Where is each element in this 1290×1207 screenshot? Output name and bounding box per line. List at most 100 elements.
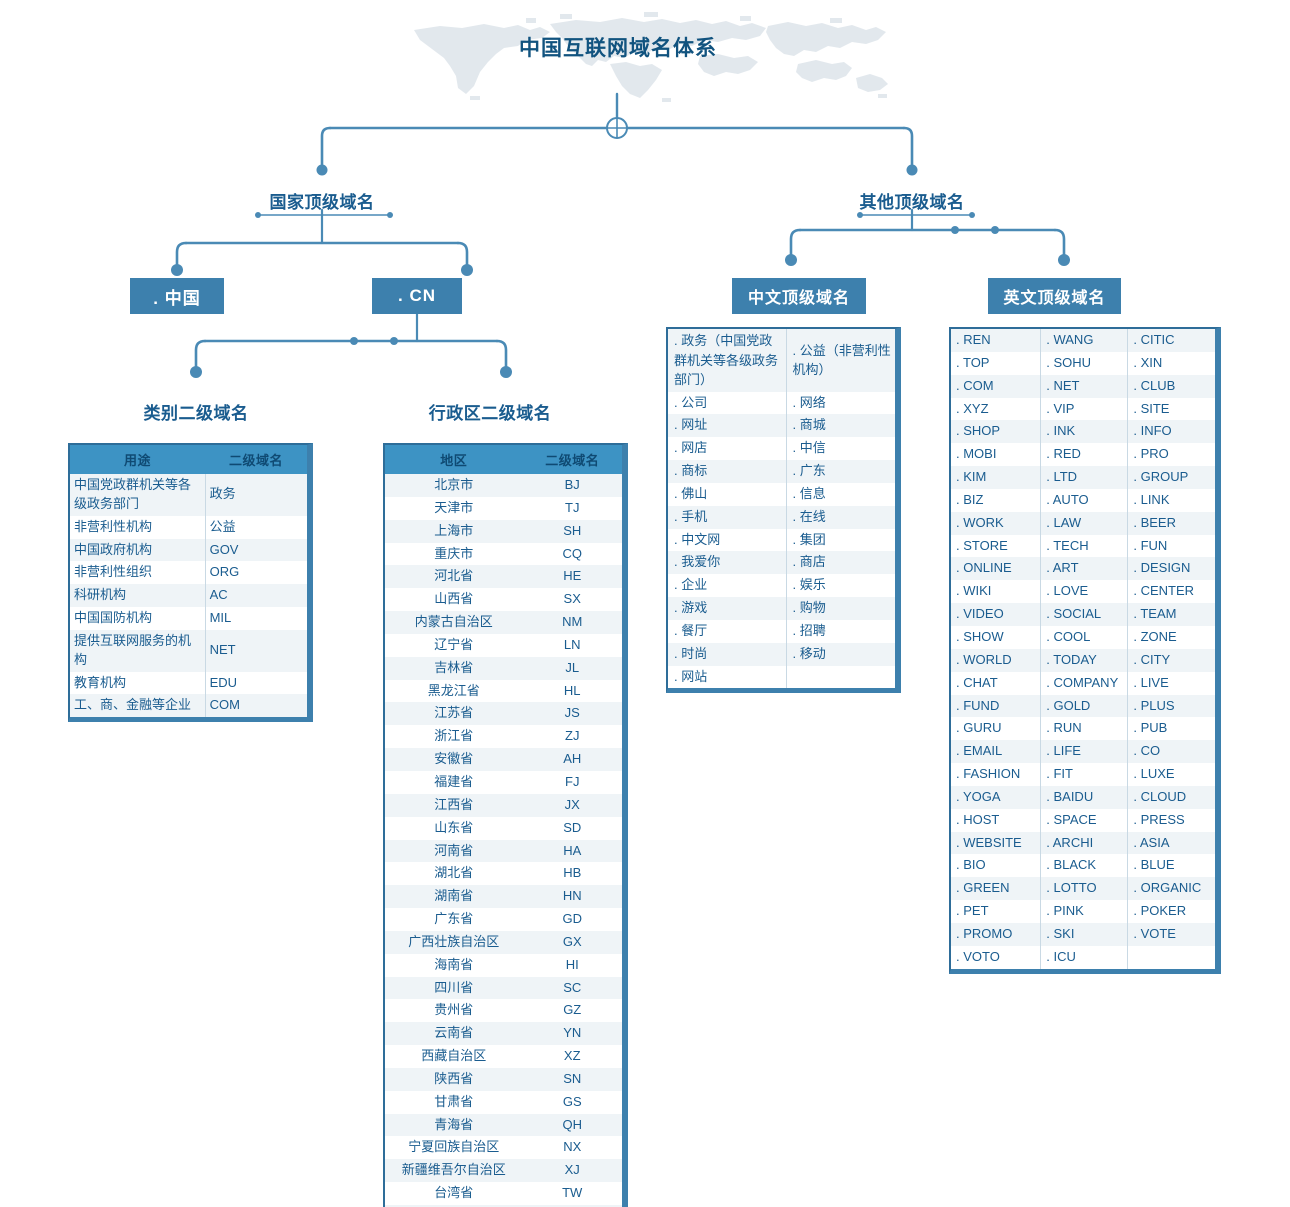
cell-sld: FJ <box>522 770 622 794</box>
tree-node-dot-cn[interactable]: . CN <box>372 278 462 314</box>
table-row: 湖北省 HB <box>385 862 622 886</box>
cell-region: 江西省 <box>385 793 523 817</box>
table-row: 北京市 BJ <box>385 474 622 497</box>
cell-english-tld: . BIO <box>951 854 1041 878</box>
cell-region: 安徽省 <box>385 748 523 771</box>
table-row: . SHOP. INK. INFO <box>951 420 1215 444</box>
table-row: 新疆维吾尔自治区 XJ <box>385 1159 622 1183</box>
cell-english-tld: . CENTER <box>1127 580 1215 604</box>
cell-english-tld: . LIFE <box>1040 740 1128 764</box>
english-tld-body: . REN. WANG. CITIC. TOP. SOHU. XIN. COM.… <box>951 329 1215 969</box>
cell-sld: HB <box>522 862 622 886</box>
cell-english-tld: . RUN <box>1040 717 1128 741</box>
cell-region: 新疆维吾尔自治区 <box>385 1159 523 1183</box>
table-row: 安徽省 AH <box>385 748 622 771</box>
cell-english-tld: . HOST <box>951 808 1041 832</box>
cell-chinese-tld: . 游戏 <box>668 597 787 620</box>
cell-region: 内蒙古自治区 <box>385 611 523 634</box>
cell-english-tld: . PLUS <box>1127 694 1215 718</box>
cell-chinese-tld: . 商标 <box>668 460 787 483</box>
cell-sld: GZ <box>522 999 622 1023</box>
cell-english-tld: . FUN <box>1127 534 1215 558</box>
table-row: . WORK. LAW. BEER <box>951 511 1215 535</box>
cell-english-tld: . REN <box>951 329 1041 352</box>
cell-english-tld: . GURU <box>951 717 1041 741</box>
cell-sld: GX <box>522 930 622 954</box>
category-table-body: 中国党政群机关等各级政务部门 政务 非营利性机构 公益 中国政府机构 GOV 非营利性组织 O… <box>70 474 307 718</box>
cell-sld: GS <box>522 1090 622 1114</box>
cell-english-tld: . VIP <box>1040 397 1128 421</box>
table-row: 山东省 SD <box>385 816 622 840</box>
table-row: . PET. PINK. POKER <box>951 900 1215 923</box>
col-header-sld: 二级域名 <box>522 445 622 474</box>
cell-english-tld: . POKER <box>1127 900 1215 923</box>
cell-region: 四川省 <box>385 976 523 1000</box>
tree-node-country-tld[interactable]: 国家顶级域名 <box>262 188 382 213</box>
table-row: 辽宁省 LN <box>385 633 622 657</box>
cell-region: 山东省 <box>385 816 523 840</box>
table-row: 内蒙古自治区 NM <box>385 611 622 634</box>
cell-sld: SD <box>522 816 622 840</box>
cell-region: 陕西省 <box>385 1067 523 1091</box>
tree-node-chinese-tld[interactable]: 中文顶级域名 <box>732 278 866 314</box>
cell-region: 浙江省 <box>385 725 523 749</box>
cell-english-tld: . YOGA <box>951 785 1041 809</box>
cell-sld: HA <box>522 839 622 863</box>
cell-english-tld <box>1127 945 1215 969</box>
cell-sld: HI <box>522 953 622 977</box>
cell-english-tld: . PUB <box>1127 717 1215 741</box>
cell-english-tld: . AUTO <box>1040 488 1128 512</box>
page-title: 中国互联网域名体系 <box>519 37 717 60</box>
cell-use: 非营利性机构 <box>70 515 206 539</box>
tree-node-category-sld[interactable]: 类别二级域名 <box>136 399 256 424</box>
table-row: . 政务（中国党政群机关等各级政务部门）. 公益（非营利性机构） <box>668 329 895 392</box>
table-row: 宁夏回族自治区 NX <box>385 1136 622 1160</box>
table-row: . PROMO. SKI. VOTE <box>951 922 1215 946</box>
cell-chinese-tld: . 购物 <box>785 597 895 620</box>
table-header-row: 地区 二级域名 <box>385 445 622 474</box>
cell-english-tld: . ASIA <box>1127 831 1215 855</box>
tree-node-english-tld[interactable]: 英文顶级域名 <box>988 278 1121 314</box>
cell-region: 河北省 <box>385 565 523 589</box>
table-row: . EMAIL. LIFE. CO <box>951 740 1215 764</box>
cell-chinese-tld <box>785 665 895 689</box>
cell-region: 贵州省 <box>385 999 523 1023</box>
table-row: 工、商、金融等企业 COM <box>70 694 307 718</box>
cell-english-tld: . WIKI <box>951 580 1041 604</box>
tree-node-other-tld[interactable]: 其他顶级域名 <box>852 188 972 213</box>
cell-chinese-tld: . 网店 <box>668 437 787 461</box>
cell-english-tld: . CITIC <box>1127 329 1215 352</box>
table-row: . VIDEO. SOCIAL. TEAM <box>951 603 1215 626</box>
region-table-body: 北京市 BJ 天津市 TJ 上海市 SH 重庆市 CQ 河北省 HE 山西省 SX 内蒙古自治区 NM 辽宁… <box>385 474 622 1207</box>
cell-sld: YN <box>522 1022 622 1046</box>
cell-english-tld: . KIM <box>951 466 1041 489</box>
cell-region: 西藏自治区 <box>385 1045 523 1068</box>
table-row: . REN. WANG. CITIC <box>951 329 1215 352</box>
cell-chinese-tld: . 招聘 <box>785 619 895 643</box>
cell-chinese-tld: . 佛山 <box>668 482 787 506</box>
table-row: 黑龙江省 HL <box>385 679 622 703</box>
table-row: . 商标. 广东 <box>668 460 895 483</box>
tree-node-region-sld[interactable]: 行政区二级域名 <box>420 399 560 424</box>
cell-use: 中国党政群机关等各级政务部门 <box>70 474 206 516</box>
cell-region: 海南省 <box>385 953 523 977</box>
table-row: . SHOW. COOL. ZONE <box>951 625 1215 649</box>
cell-english-tld: . LIVE <box>1127 671 1215 695</box>
cell-chinese-tld: . 广东 <box>785 460 895 483</box>
cell-english-tld: . GREEN <box>951 877 1041 901</box>
table-row: . GREEN. LOTTO. ORGANIC <box>951 877 1215 901</box>
cell-use: 工、商、金融等企业 <box>70 694 206 718</box>
table-row: . 网址. 商城 <box>668 414 895 438</box>
cell-english-tld: . BEER <box>1127 511 1215 535</box>
cell-sld: NET <box>204 629 307 672</box>
cell-chinese-tld: . 公益（非营利性机构） <box>785 329 895 392</box>
table-row: 上海市 SH <box>385 519 622 543</box>
cell-use: 中国政府机构 <box>70 538 206 562</box>
cell-sld: XJ <box>522 1159 622 1183</box>
tree-node-dot-zhongguo[interactable]: . 中国 <box>130 278 224 314</box>
cell-region: 湖南省 <box>385 885 523 909</box>
table-row: . COM. NET. CLUB <box>951 374 1215 398</box>
cell-english-tld: . SHOP <box>951 420 1041 444</box>
cell-english-tld: . LOVE <box>1040 580 1128 604</box>
cell-region: 辽宁省 <box>385 633 523 657</box>
